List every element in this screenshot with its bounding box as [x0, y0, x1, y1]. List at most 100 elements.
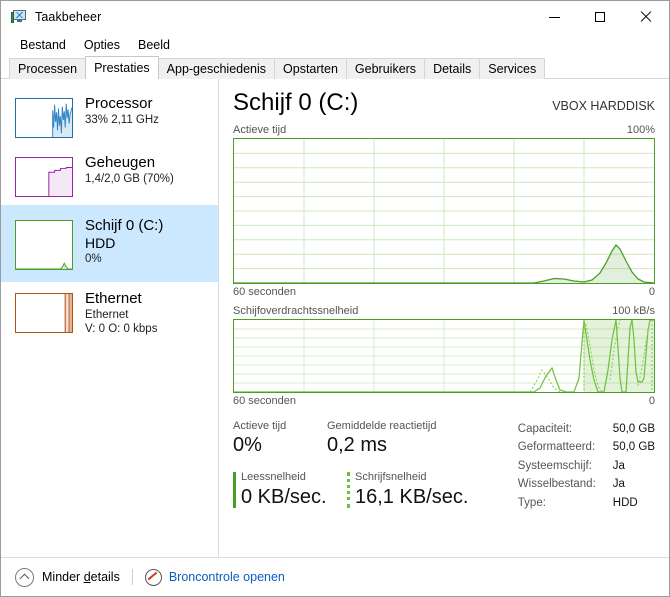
stat-avg-response-value: 0,2 ms	[327, 434, 388, 457]
tab-prestaties[interactable]: Prestaties	[85, 56, 159, 79]
sidebar-ethernet-sub: Ethernet	[85, 309, 129, 322]
sidebar-schijf-type: HDD	[85, 235, 116, 252]
chevron-up-icon	[15, 567, 34, 587]
stats-left-column: Actieve tijd 0% Gemiddelde reactietijd 0…	[233, 419, 493, 513]
graph1-max: 100%	[626, 123, 655, 136]
page-title: Schijf 0 (C:)	[233, 89, 359, 116]
minimize-icon	[548, 16, 560, 18]
ethernet-texts: Ethernet Ethernet V: 0 O: 0 kbps	[85, 290, 157, 336]
processor-texts: Processor 33% 2,11 GHz	[85, 95, 159, 127]
graph1-label: Actieve tijd	[233, 123, 287, 136]
content-area: Processor 33% 2,11 GHz Geheugen 1,4/2,0 …	[1, 79, 669, 557]
graph2-label: Schijfoverdrachtssnelheid	[233, 304, 359, 317]
task-manager-window: Taakbeheer Bestand Opties Beeld Processe…	[0, 0, 670, 597]
status-divider	[131, 569, 133, 585]
graph1-caption: Actieve tijd 100%	[233, 124, 655, 136]
graph2-caption: Schijfoverdrachtssnelheid 100 kB/s	[233, 305, 655, 317]
tab-opstarten[interactable]: Opstarten	[274, 58, 347, 79]
stat-active-time-value: 0%	[233, 434, 262, 457]
sidebar-processor-sub: 33% 2,11 GHz	[85, 114, 159, 127]
detail-value-type: HDD	[612, 497, 638, 510]
stats-row-primary: Actieve tijd 0% Gemiddelde reactietijd 0…	[233, 419, 493, 459]
graph2-footer: 60 seconden 0	[233, 395, 655, 407]
stat-read-speed: Leessnelheid 0 KB/sec.	[233, 470, 335, 510]
memory-texts: Geheugen 1,4/2,0 GB (70%)	[85, 154, 174, 186]
detail-key-systeemschijf: Systeemschijf:	[517, 459, 592, 472]
menu-item-bestand[interactable]: Bestand	[11, 35, 75, 55]
window-title: Taakbeheer	[35, 10, 102, 24]
less-details-pre: Minder	[42, 570, 84, 584]
memory-thumbnail	[15, 157, 73, 197]
graph2-timespan: 60 seconden	[233, 394, 296, 407]
menu-bar: Bestand Opties Beeld	[1, 33, 669, 57]
stat-write-speed-value: 16,1 KB/sec.	[355, 486, 469, 509]
detail-row-systeemschijf: Systeemschijf: Ja	[518, 457, 655, 476]
detail-row-capaciteit: Capaciteit: 50,0 GB	[518, 420, 655, 439]
resource-monitor-label: Broncontrole openen	[168, 570, 285, 584]
resource-sidebar: Processor 33% 2,11 GHz Geheugen 1,4/2,0 …	[1, 79, 219, 557]
less-details-button[interactable]: Minder details	[15, 567, 120, 587]
ethernet-thumbnail	[15, 293, 73, 333]
disk-thumbnail	[15, 220, 73, 270]
sidebar-geheugen-sub: 1,4/2,0 GB (70%)	[85, 173, 174, 186]
detail-key-type: Type:	[517, 497, 546, 510]
less-details-label: Minder details	[42, 570, 120, 584]
graph2-min: 0	[648, 394, 655, 407]
stats-area: Actieve tijd 0% Gemiddelde reactietijd 0…	[233, 419, 655, 513]
menu-item-opties[interactable]: Opties	[75, 35, 129, 55]
graph1-footer: 60 seconden 0	[233, 286, 655, 298]
sidebar-item-ethernet[interactable]: Ethernet Ethernet V: 0 O: 0 kbps	[1, 282, 218, 344]
detail-row-wisselbestand: Wisselbestand: Ja	[518, 475, 655, 494]
sidebar-item-schijf-0[interactable]: Schijf 0 (C:) HDD 0%	[1, 205, 218, 282]
detail-value-capaciteit: 50,0 GB	[612, 422, 655, 435]
tab-processen[interactable]: Processen	[9, 58, 87, 79]
stat-write-speed-label: Schrijfsnelheid	[355, 471, 427, 484]
tab-details[interactable]: Details	[424, 58, 481, 79]
close-button[interactable]	[623, 1, 669, 33]
less-details-post: etails	[90, 570, 120, 584]
tab-services[interactable]: Services	[479, 58, 546, 79]
sidebar-item-geheugen[interactable]: Geheugen 1,4/2,0 GB (70%)	[1, 146, 218, 205]
active-time-graph	[233, 137, 655, 284]
close-icon	[640, 11, 652, 23]
stat-avg-response-label: Gemiddelde reactietijd	[327, 419, 437, 432]
sidebar-ethernet-throughput: V: 0 O: 0 kbps	[85, 323, 158, 336]
stat-avg-response: Gemiddelde reactietijd 0,2 ms	[327, 419, 436, 459]
tab-gebruikers[interactable]: Gebruikers	[345, 58, 426, 79]
detail-key-capaciteit: Capaciteit:	[517, 422, 573, 435]
transfer-rate-graph	[233, 318, 655, 393]
stat-active-time: Actieve tijd 0%	[233, 419, 327, 459]
stats-row-secondary: Leessnelheid 0 KB/sec. Schrijfsnelheid 1…	[233, 470, 493, 510]
tab-app-geschiedenis[interactable]: App-geschiedenis	[157, 58, 276, 79]
menu-item-beeld[interactable]: Beeld	[129, 35, 179, 55]
device-model: VBOX HARDDISK	[552, 99, 655, 113]
graph2-max: 100 kB/s	[612, 304, 655, 317]
processor-thumbnail	[15, 98, 73, 138]
resource-monitor-icon	[144, 568, 162, 586]
sidebar-item-processor[interactable]: Processor 33% 2,11 GHz	[1, 87, 218, 146]
sidebar-schijf-title: Schijf 0 (C:)	[85, 217, 164, 234]
graph1-timespan: 60 seconden	[233, 285, 296, 298]
resource-monitor-link[interactable]: Broncontrole openen	[144, 568, 285, 586]
tab-strip: Processen Prestaties App-geschiedenis Op…	[1, 56, 669, 79]
stat-active-time-label: Actieve tijd	[233, 419, 287, 432]
less-details-accel: d	[83, 570, 91, 584]
disk-texts: Schijf 0 (C:) HDD 0%	[85, 217, 163, 266]
detail-value-geformatteerd: 50,0 GB	[612, 441, 655, 454]
maximize-icon	[595, 12, 605, 22]
detail-row-geformatteerd: Geformatteerd: 50,0 GB	[518, 438, 655, 457]
detail-value-wisselbestand: Ja	[612, 478, 625, 491]
status-bar: Minder details Broncontrole openen	[1, 557, 669, 596]
stat-read-speed-label: Leessnelheid	[241, 471, 306, 484]
detail-panel: Schijf 0 (C:) VBOX HARDDISK Actieve tijd…	[219, 79, 669, 557]
sidebar-geheugen-title: Geheugen	[85, 154, 156, 171]
minimize-button[interactable]	[531, 1, 577, 33]
title-bar: Taakbeheer	[1, 1, 669, 33]
stat-write-speed: Schrijfsnelheid 16,1 KB/sec.	[347, 470, 468, 510]
detail-header: Schijf 0 (C:) VBOX HARDDISK	[233, 89, 655, 117]
detail-key-geformatteerd: Geformatteerd:	[517, 441, 596, 454]
maximize-button[interactable]	[577, 1, 623, 33]
disk-details: Capaciteit: 50,0 GB Geformatteerd: 50,0 …	[512, 419, 655, 513]
window-controls	[531, 1, 669, 33]
stat-read-speed-value: 0 KB/sec.	[241, 486, 327, 509]
